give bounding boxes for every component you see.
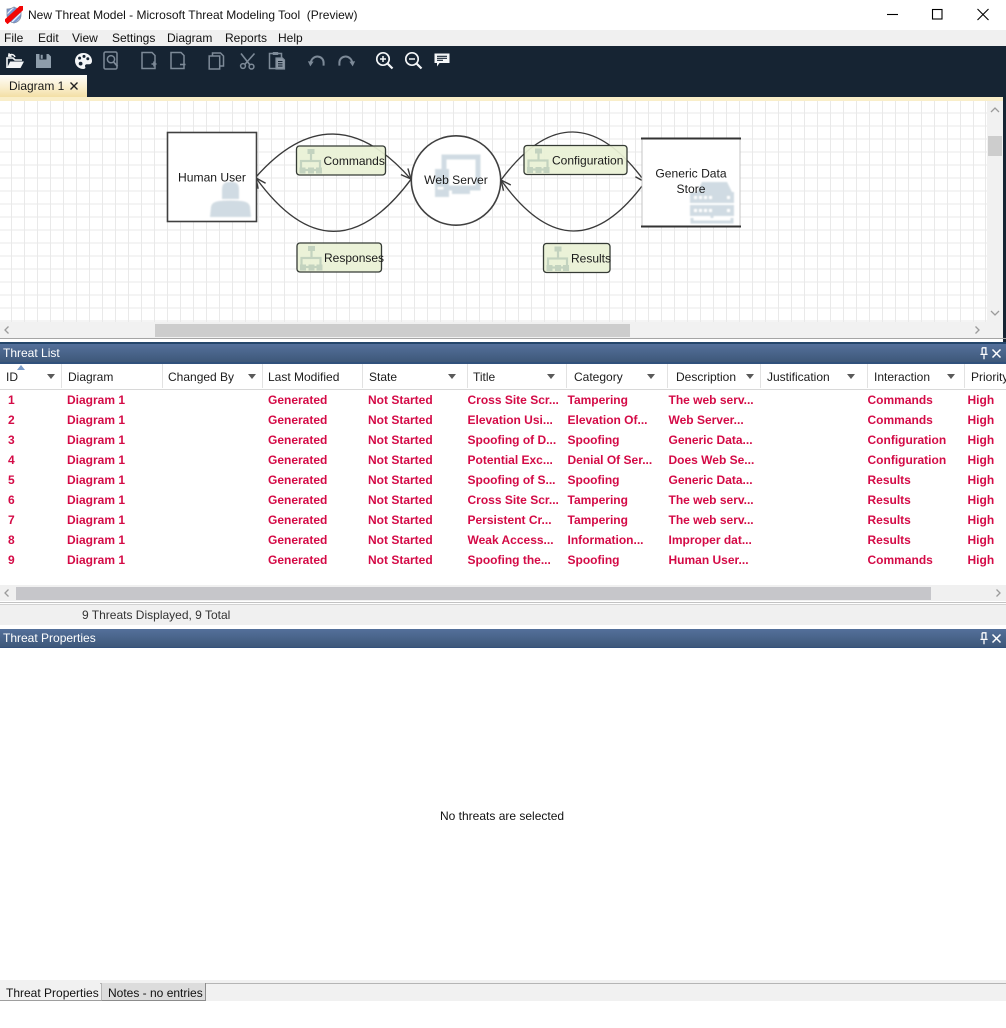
svg-text:Responses: Responses <box>324 251 384 265</box>
svg-text:Human User: Human User <box>178 171 246 185</box>
svg-text:Store: Store <box>677 182 706 196</box>
svg-text:Web Server: Web Server <box>424 173 488 187</box>
svg-text:Commands: Commands <box>324 154 385 168</box>
svg-text:Configuration: Configuration <box>552 154 623 168</box>
svg-text:Results: Results <box>571 252 611 266</box>
svg-text:Generic Data: Generic Data <box>655 167 727 181</box>
